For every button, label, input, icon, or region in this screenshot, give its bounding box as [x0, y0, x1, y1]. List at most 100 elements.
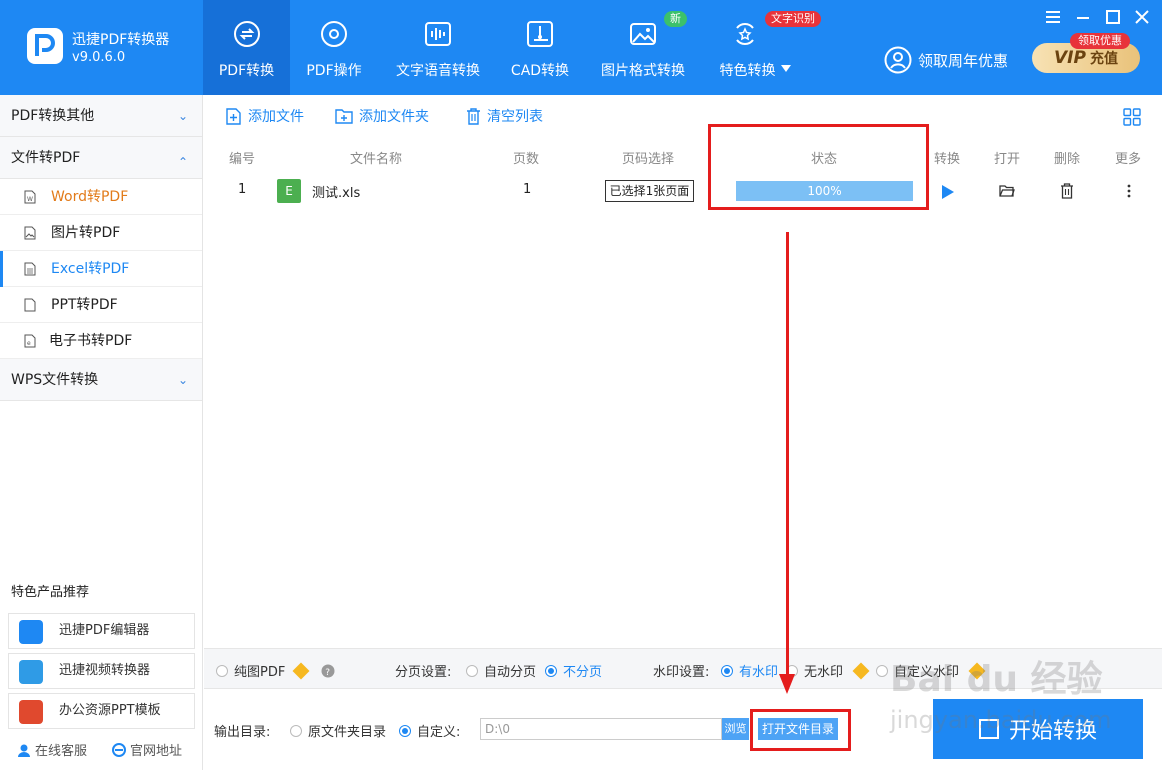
sidebar-item-image[interactable]: 图片转PDF	[0, 215, 202, 251]
pdf-convert-icon	[233, 21, 260, 47]
tab-pdf-convert[interactable]: PDF转换	[203, 0, 290, 95]
output-custom-option[interactable]: 自定义:	[399, 721, 460, 740]
featured-label: 办公资源PPT模板	[59, 703, 161, 718]
online-service-link[interactable]: 在线客服	[17, 740, 87, 759]
featured-title: 特色产品推荐	[11, 585, 90, 600]
folder-open-icon[interactable]	[999, 184, 1015, 198]
tab-pdf-operations[interactable]: PDF操作	[292, 0, 376, 95]
excel-file-icon	[24, 262, 36, 276]
ppt-template-icon	[19, 700, 43, 724]
tab-text-voice[interactable]: 文字语音转换	[390, 0, 486, 95]
more-icon[interactable]	[1127, 183, 1131, 199]
top-bar: 迅捷PDF转换器 v9.0.6.0 PDF转换 PDF操作 文字语音转换 CAD…	[0, 0, 1162, 95]
output-dir-label: 输出目录:	[214, 725, 271, 740]
radio	[290, 724, 302, 737]
help-icon: ?	[321, 664, 335, 678]
group-label: WPS文件转换	[11, 372, 99, 388]
close-icon[interactable]	[1134, 9, 1150, 25]
video-converter-icon	[19, 660, 43, 684]
official-website-link[interactable]: 官网地址	[112, 740, 182, 759]
vip-label: 充值	[1089, 51, 1118, 67]
add-folder-icon	[335, 109, 353, 124]
image-icon	[630, 23, 656, 45]
minimize-icon[interactable]	[1075, 9, 1091, 25]
sidebar: PDF转换其他 ⌄ 文件转PDF ⌃ W Word转PDF 图片转PDF Exc…	[0, 95, 203, 770]
play-icon[interactable]	[941, 184, 955, 200]
add-file-label: 添加文件	[248, 109, 304, 125]
output-original-label: 原文件夹目录	[308, 725, 387, 740]
maximize-icon[interactable]	[1105, 9, 1121, 25]
delete-icon[interactable]	[1060, 183, 1074, 199]
item-label: Word转PDF	[51, 189, 129, 205]
output-path-input[interactable]: D:\0	[480, 718, 722, 740]
radio	[466, 664, 478, 677]
sidebar-item-excel[interactable]: Excel转PDF	[0, 251, 202, 287]
pure-pdf-label: 纯图PDF	[234, 665, 286, 680]
output-original-option[interactable]: 原文件夹目录	[290, 721, 386, 740]
grid-view-icon[interactable]	[1123, 108, 1141, 126]
watermark-label: 水印设置:	[653, 665, 710, 680]
group-label: PDF转换其他	[11, 108, 95, 124]
page-select-button[interactable]: 已选择1张页面	[605, 180, 694, 202]
sidebar-item-word[interactable]: W Word转PDF	[0, 179, 202, 215]
tab-label: PDF转换	[218, 63, 275, 79]
anniversary-promo[interactable]: 领取周年优惠	[884, 44, 1008, 76]
add-folder-label: 添加文件夹	[359, 109, 429, 125]
clear-list-button[interactable]: 清空列表	[466, 106, 543, 126]
browse-button[interactable]: 浏览	[722, 718, 749, 740]
chevron-down-icon: ⌄	[177, 373, 188, 387]
paging-none-option[interactable]: 不分页	[545, 661, 602, 680]
chevron-up-icon: ⌃	[177, 155, 188, 169]
ebook-file-icon: e	[24, 334, 36, 348]
image-file-icon	[24, 226, 36, 240]
watermark-yes-label: 有水印	[739, 665, 779, 680]
chevron-down-icon: ⌄	[177, 109, 188, 123]
paging-auto-option[interactable]: 自动分页	[466, 661, 536, 680]
header-delete: 删除	[1054, 152, 1081, 167]
excel-file-icon: E	[277, 179, 301, 203]
row-index: 1	[238, 182, 247, 197]
row-pages: 1	[523, 182, 532, 197]
featured-ppt-templates[interactable]: 办公资源PPT模板	[8, 693, 195, 729]
header-index: 编号	[229, 152, 256, 167]
app-logo	[27, 28, 63, 64]
featured-video-converter[interactable]: 迅捷视频转换器	[8, 653, 195, 689]
sidebar-item-ppt[interactable]: PPT转PDF	[0, 287, 202, 323]
ocr-badge: 文字识别	[765, 11, 821, 27]
svg-text:W: W	[27, 196, 33, 203]
add-file-button[interactable]: 添加文件	[225, 106, 304, 126]
sidebar-group-file-to-pdf[interactable]: 文件转PDF ⌃	[0, 137, 202, 179]
sidebar-item-ebook[interactable]: e 电子书转PDF	[0, 323, 202, 359]
featured-pdf-editor[interactable]: 迅捷PDF编辑器	[8, 613, 195, 649]
pdf-editor-icon	[19, 620, 43, 644]
tab-cad[interactable]: CAD转换	[500, 0, 580, 95]
menu-icon[interactable]	[1045, 9, 1061, 25]
baidu-watermark: Bai du 经验	[890, 659, 1103, 700]
header-open: 打开	[994, 152, 1021, 167]
sidebar-group-wps[interactable]: WPS文件转换 ⌄	[0, 359, 202, 401]
radio-selected	[545, 664, 557, 677]
pure-image-pdf-option[interactable]: 纯图PDF ?	[216, 661, 335, 680]
clear-list-label: 清空列表	[487, 109, 543, 125]
group-label: 文件转PDF	[11, 150, 81, 166]
sparkle-box-icon	[736, 23, 754, 45]
featured-label: 迅捷视频转换器	[59, 663, 151, 678]
header-filename: 文件名称	[350, 152, 403, 167]
paging-none-label: 不分页	[563, 665, 603, 680]
add-folder-button[interactable]: 添加文件夹	[335, 106, 429, 126]
watermark-yes-option[interactable]: 有水印	[721, 661, 778, 680]
sound-wave-icon	[425, 22, 451, 46]
cad-icon	[527, 21, 553, 47]
new-badge: 新	[664, 11, 687, 27]
item-label: Excel转PDF	[51, 261, 130, 277]
watermark-no-option[interactable]: 无水印	[786, 661, 870, 680]
header-page-select: 页码选择	[622, 152, 675, 167]
vip-logo: VIP	[1054, 48, 1086, 68]
item-label: 图片转PDF	[51, 225, 121, 241]
sidebar-group-pdf-other[interactable]: PDF转换其他 ⌄	[0, 95, 202, 137]
tab-label: PDF操作	[306, 63, 362, 79]
output-custom-label: 自定义:	[417, 725, 461, 740]
website-label: 官网地址	[130, 744, 183, 759]
header-pages: 页数	[513, 152, 540, 167]
ppt-file-icon	[24, 298, 36, 312]
